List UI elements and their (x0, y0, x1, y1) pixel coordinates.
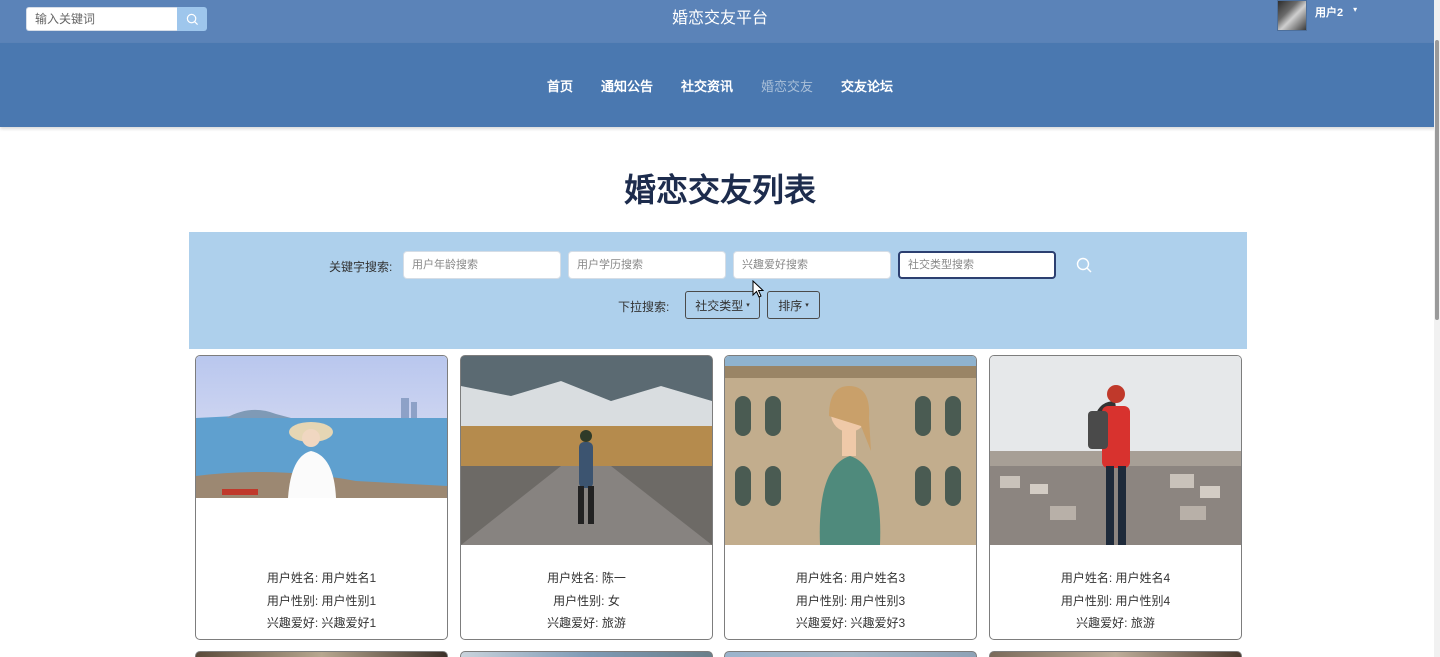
social-type-search-input[interactable] (898, 251, 1056, 279)
avatar[interactable] (1277, 0, 1307, 31)
profile-hobby: 兴趣爱好: 旅游 (1076, 616, 1155, 630)
profile-hobby: 兴趣爱好: 旅游 (547, 616, 626, 630)
education-search-input[interactable] (568, 251, 726, 279)
profile-info: 用户姓名: 用户姓名4 用户性别: 用户性别4 兴趣爱好: 旅游 (990, 570, 1241, 638)
social-type-dropdown[interactable]: 社交类型 ▾ (685, 291, 760, 319)
scrollbar-thumb[interactable] (1435, 40, 1439, 320)
keyword-search-label: 关键字搜索: (329, 260, 393, 274)
profile-info: 用户姓名: 陈一 用户性别: 女 兴趣爱好: 旅游 (461, 570, 712, 638)
profile-card[interactable]: 用户姓名: 陈一 用户性别: 女 兴趣爱好: 旅游 (460, 355, 713, 640)
dropdown-search-label: 下拉搜索: (618, 300, 670, 314)
user-menu[interactable]: 用户2 ▾ (1277, 0, 1357, 32)
nav-item-dating[interactable]: 婚恋交友 (761, 76, 813, 95)
profile-info: 用户姓名: 用户姓名1 用户性别: 用户性别1 兴趣爱好: 兴趣爱好1 (196, 570, 447, 638)
search-panel: 关键字搜索: 下拉搜索: 社交类型 ▾ 排序 ▾ (189, 232, 1247, 349)
profile-name: 用户姓名: 用户姓名1 (266, 571, 377, 585)
top-search (26, 7, 207, 31)
nav-item-notices[interactable]: 通知公告 (601, 76, 653, 95)
main-nav: 首页 通知公告 社交资讯 婚恋交友 交友论坛 (0, 43, 1440, 127)
social-type-dropdown-label: 社交类型 (695, 298, 744, 313)
site-title: 婚恋交友平台 (671, 10, 768, 27)
sort-dropdown[interactable]: 排序 ▾ (767, 291, 820, 319)
chevron-down-icon[interactable]: ▾ (1353, 5, 1357, 14)
profile-name: 用户姓名: 用户姓名3 (795, 571, 906, 585)
profile-gender: 用户性别: 用户性别3 (795, 593, 906, 608)
profile-hobby: 兴趣爱好: 兴趣爱好1 (266, 616, 377, 630)
profile-card[interactable] (989, 651, 1242, 657)
top-bar: 婚恋交友平台 用户2 ▾ (0, 0, 1440, 43)
profile-card[interactable]: 用户姓名: 用户姓名3 用户性别: 用户性别3 兴趣爱好: 兴趣爱好3 (724, 355, 977, 640)
profile-card[interactable] (460, 651, 713, 657)
caret-down-icon: ▾ (746, 302, 750, 309)
mouse-cursor-icon (752, 280, 764, 298)
profile-card[interactable] (195, 651, 448, 657)
top-search-button[interactable] (177, 7, 207, 31)
search-icon[interactable] (1076, 257, 1093, 274)
caret-down-icon: ▾ (805, 302, 809, 309)
profile-name: 用户姓名: 陈一 (547, 571, 626, 585)
profile-card[interactable]: 用户姓名: 用户姓名4 用户性别: 用户性别4 兴趣爱好: 旅游 (989, 355, 1242, 640)
profile-info: 用户姓名: 用户姓名3 用户性别: 用户性别3 兴趣爱好: 兴趣爱好3 (725, 570, 976, 638)
profile-name: 用户姓名: 用户姓名4 (1060, 571, 1171, 585)
profile-gender: 用户性别: 女 (553, 593, 620, 608)
profile-card[interactable]: 用户姓名: 用户姓名1 用户性别: 用户性别1 兴趣爱好: 兴趣爱好1 (195, 355, 448, 640)
sort-dropdown-label: 排序 (778, 298, 803, 313)
age-search-input[interactable] (403, 251, 561, 279)
profile-photo (990, 356, 1241, 545)
profile-photo (725, 356, 976, 545)
top-search-input[interactable] (26, 7, 177, 31)
profile-photo (461, 356, 712, 545)
profile-card[interactable] (724, 651, 977, 657)
profile-gender: 用户性别: 用户性别1 (266, 593, 377, 608)
profile-gender: 用户性别: 用户性别4 (1060, 593, 1171, 608)
page-title: 婚恋交友列表 (623, 172, 816, 208)
nav-item-home[interactable]: 首页 (547, 76, 573, 95)
profile-hobby: 兴趣爱好: 兴趣爱好3 (795, 616, 906, 630)
user-name[interactable]: 用户2 (1315, 4, 1343, 20)
nav-item-social-news[interactable]: 社交资讯 (681, 76, 733, 95)
search-icon (186, 13, 198, 25)
hobby-search-input[interactable] (733, 251, 891, 279)
profile-photo (196, 356, 447, 498)
nav-item-forum[interactable]: 交友论坛 (841, 76, 893, 95)
